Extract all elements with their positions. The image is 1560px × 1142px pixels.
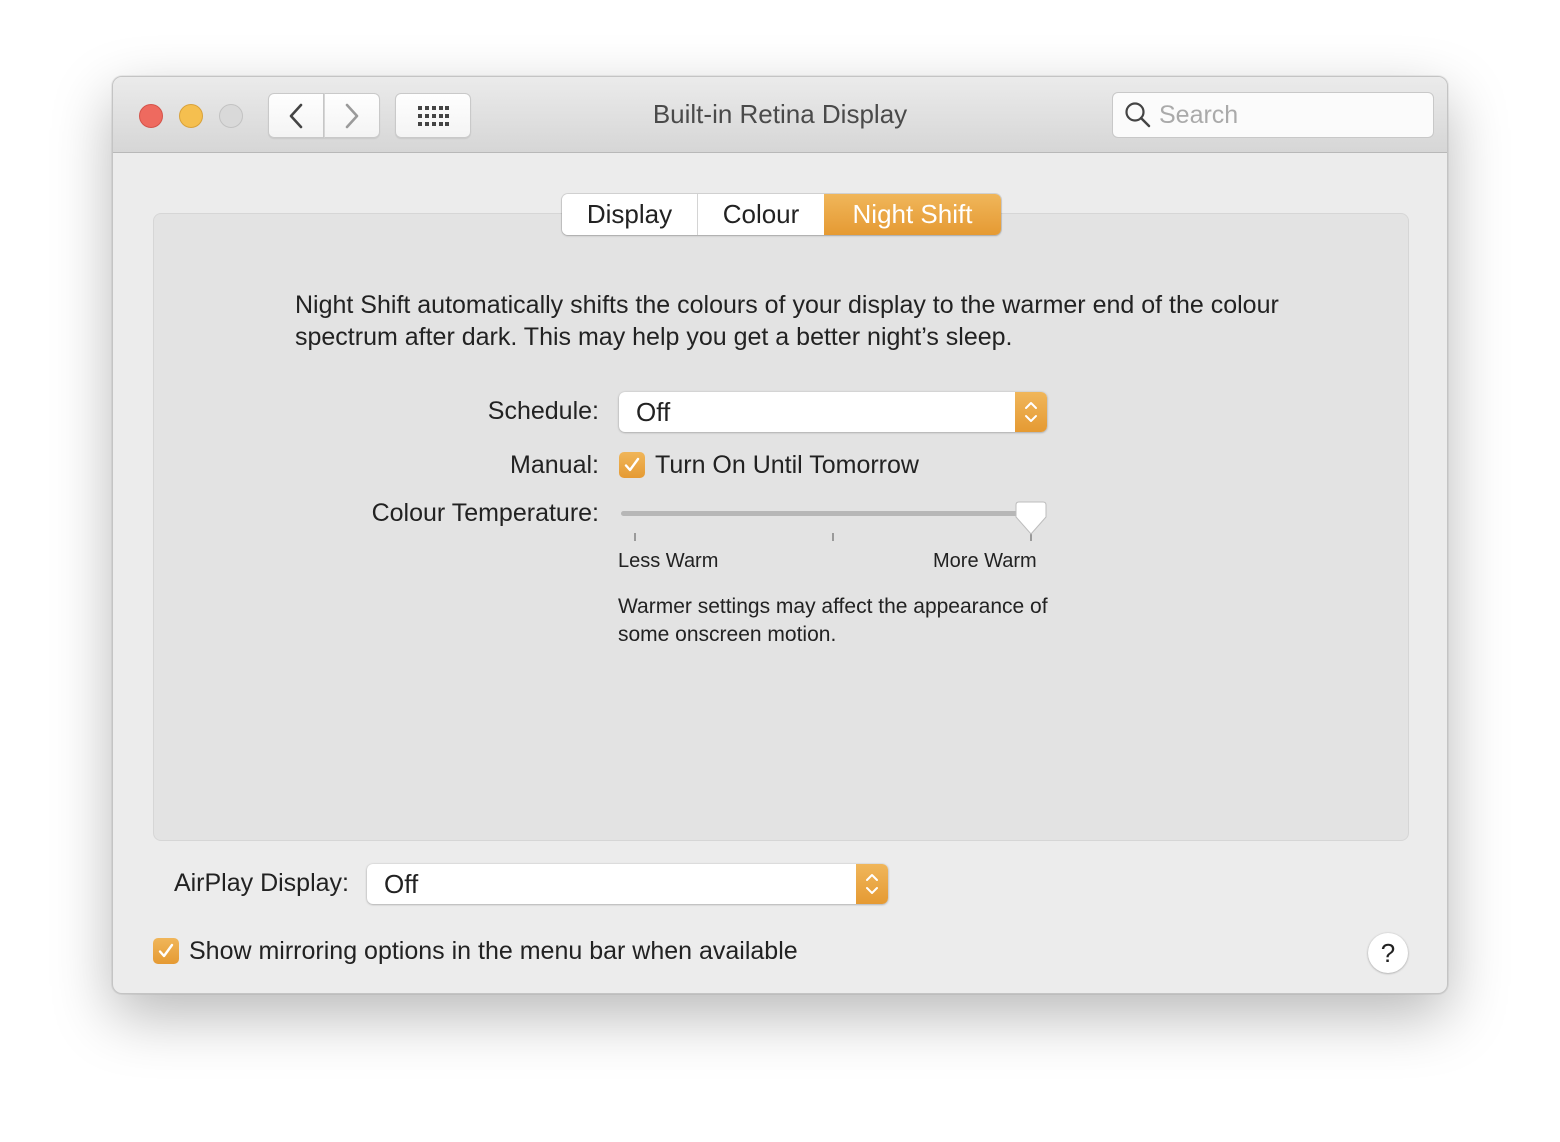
warmer-settings-note: Warmer settings may affect the appearanc… xyxy=(618,595,1048,646)
night-shift-description: Night Shift automatically shifts the col… xyxy=(295,291,1279,351)
schedule-value: Off xyxy=(636,396,671,427)
tab-night-shift[interactable]: Night Shift xyxy=(824,194,1001,235)
chevron-right-icon xyxy=(345,103,359,128)
tab-colour[interactable]: Colour xyxy=(698,194,824,235)
colour-temperature-label: Colour Temperature: xyxy=(371,499,599,527)
less-warm-label: Less Warm xyxy=(618,550,719,572)
show-mirroring-checkbox[interactable] xyxy=(153,938,179,964)
show-all-button[interactable] xyxy=(395,93,471,138)
preferences-window: Built-in Retina Display Display Colour N… xyxy=(112,76,1448,994)
chevron-left-icon xyxy=(289,103,303,128)
schedule-label: Schedule: xyxy=(487,397,599,425)
slider-tick xyxy=(832,533,834,541)
more-warm-label: More Warm xyxy=(933,550,1037,572)
close-button[interactable] xyxy=(139,104,163,128)
airplay-display-value: Off xyxy=(384,868,419,899)
manual-label: Manual: xyxy=(510,451,599,479)
popup-stepper-icon xyxy=(1015,392,1047,432)
search-field[interactable] xyxy=(1112,92,1434,138)
grid-icon xyxy=(418,105,449,126)
slider-tick xyxy=(634,533,636,541)
schedule-popup[interactable]: Off xyxy=(619,392,1047,432)
checkmark-icon xyxy=(624,457,640,472)
show-mirroring-label[interactable]: Show mirroring options in the menu bar w… xyxy=(189,937,798,966)
airplay-display-label: AirPlay Display: xyxy=(173,869,349,897)
airplay-display-popup[interactable]: Off xyxy=(367,864,888,904)
title-bar: Built-in Retina Display xyxy=(113,77,1447,153)
forward-button[interactable] xyxy=(324,93,380,138)
back-button[interactable] xyxy=(268,93,324,138)
colour-temperature-slider-track[interactable] xyxy=(621,511,1035,516)
tab-display[interactable]: Display xyxy=(562,194,698,235)
colour-temperature-slider-thumb[interactable] xyxy=(1015,501,1047,541)
search-icon xyxy=(1125,102,1151,128)
checkmark-icon xyxy=(158,943,174,958)
search-input[interactable] xyxy=(1159,100,1399,130)
turn-on-until-tomorrow-checkbox[interactable] xyxy=(619,452,645,478)
help-button[interactable]: ? xyxy=(1368,933,1408,973)
zoom-button[interactable] xyxy=(219,104,243,128)
minimize-button[interactable] xyxy=(179,104,203,128)
popup-stepper-icon xyxy=(856,864,888,904)
tab-bar: Display Colour Night Shift xyxy=(562,194,1001,235)
turn-on-until-tomorrow-label[interactable]: Turn On Until Tomorrow xyxy=(655,451,919,480)
